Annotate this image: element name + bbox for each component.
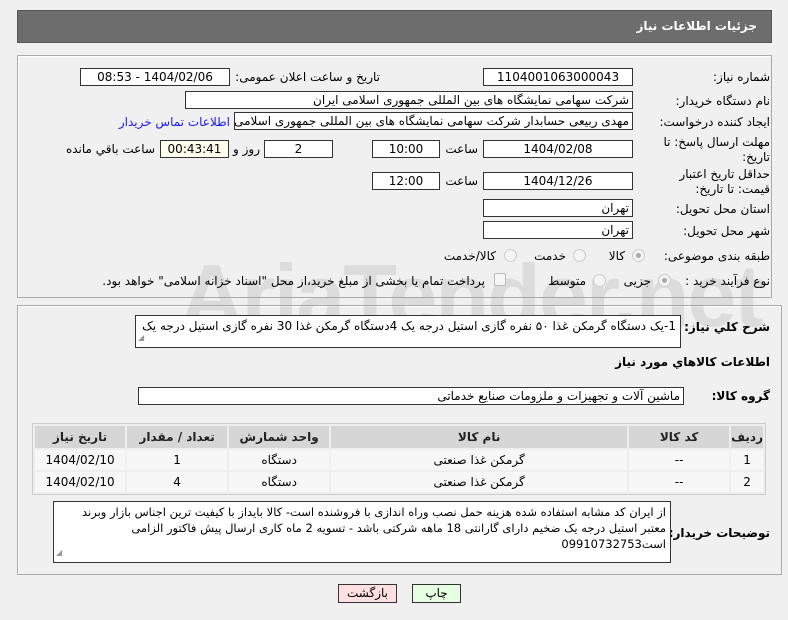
col-qty: تعداد / مقدار [127, 426, 228, 448]
notes-label: توضیحات خریدار: [668, 526, 770, 540]
deadline-time-label: ساعت [445, 142, 478, 156]
goods-section-title: اطلاعات کالاهاي مورد نياز [615, 355, 770, 369]
cell-date: 1404/02/10 [35, 450, 126, 470]
category-option-service-label: خدمت [534, 249, 566, 263]
category-radio-both[interactable] [504, 249, 517, 262]
notes-text: از ایران کد مشابه استفاده شده هزینه حمل … [81, 505, 666, 551]
category-option-goods-label: کالا [608, 249, 625, 263]
countdown-field: 00:43:41 [160, 140, 229, 158]
resize-grip-icon[interactable]: ◢ [56, 545, 62, 561]
city-label: شهر محل تحویل: [683, 224, 770, 238]
need-number-label: شماره نیاز: [713, 70, 770, 84]
announce-label: تاریخ و ساعت اعلان عمومی: [235, 70, 380, 84]
group-label: گروه کالا: [711, 389, 770, 403]
table-row: 2 -- گرمکن غذا صنعتی دستگاه 4 1404/02/10 [35, 472, 763, 492]
process-label: نوع فرآیند خرید : [685, 274, 770, 288]
process-option-medium-label: متوسط [548, 274, 586, 288]
summary-text: 1-یک دستگاه گرمکن غذا ۵۰ نفره گازی استیل… [142, 319, 676, 333]
col-name: نام کالا [331, 426, 628, 448]
days-remaining-field: 2 [264, 140, 333, 158]
province-field[interactable]: تهران [483, 199, 633, 217]
cell-unit: دستگاه [229, 450, 330, 470]
col-unit: واحد شمارش [229, 426, 330, 448]
need-number-field[interactable]: 1104001063000043 [483, 68, 633, 86]
back-button[interactable]: بازگشت [338, 584, 397, 603]
cell-qty: 1 [127, 450, 228, 470]
days-label: روز و [233, 142, 260, 156]
table-header-row: ردیف کد کالا نام کالا واحد شمارش تعداد /… [35, 426, 763, 448]
summary-textarea[interactable]: 1-یک دستگاه گرمکن غذا ۵۰ نفره گازی استیل… [135, 315, 681, 348]
province-label: استان محل تحویل: [675, 202, 770, 216]
city-field[interactable]: تهران [483, 221, 633, 239]
category-option-both-label: کالا/خدمت [443, 249, 496, 263]
treasury-payment-checkbox[interactable] [494, 273, 506, 286]
notes-textarea[interactable]: از ایران کد مشابه استفاده شده هزینه حمل … [53, 501, 671, 563]
validity-time-label: ساعت [445, 174, 478, 188]
page-title: جزئیات اطلاعات نیاز [636, 19, 757, 33]
deadline-label: مهلت ارسال پاسخ: تا تاریخ: [663, 135, 770, 164]
resize-grip-icon[interactable]: ◢ [138, 330, 144, 346]
category-radio-goods[interactable] [632, 249, 645, 262]
process-radio-medium[interactable] [593, 274, 606, 287]
process-radio-minor[interactable] [658, 274, 671, 287]
validity-label: حداقل تاریخ اعتبار قیمت: تا تاریخ: [679, 167, 770, 196]
group-field[interactable]: ماشین آلات و تجهیزات و ملزومات صنایع خدم… [138, 387, 684, 405]
buyer-label: نام دستگاه خریدار: [675, 94, 771, 108]
deadline-time-field[interactable]: 10:00 [372, 140, 440, 158]
category-radio-service[interactable] [573, 249, 586, 262]
deadline-date-field[interactable]: 1404/02/08 [483, 140, 633, 158]
summary-label: شرح کلي نياز: [684, 320, 770, 334]
print-button[interactable]: چاپ [412, 584, 461, 603]
col-code: کد کالا [629, 426, 730, 448]
treasury-payment-text: پرداخت تمام یا بخشی از مبلغ خرید،از محل … [102, 274, 485, 288]
col-date: تاریخ نیاز [35, 426, 126, 448]
process-option-minor-label: جزیی [623, 274, 651, 288]
cell-code: -- [629, 472, 730, 492]
validity-time-field[interactable]: 12:00 [372, 172, 440, 190]
creator-label: ایجاد کننده درخواست: [659, 115, 770, 129]
cell-row: 1 [731, 450, 763, 470]
cell-qty: 4 [127, 472, 228, 492]
buyer-contact-link[interactable]: اطلاعات تماس خریدار [119, 115, 230, 129]
category-label: طبقه بندی موضوعی: [663, 249, 770, 263]
cell-code: -- [629, 450, 730, 470]
cell-name: گرمکن غذا صنعتی [331, 450, 628, 470]
page-header: جزئیات اطلاعات نیاز [17, 10, 772, 43]
buyer-field[interactable]: شرکت سهامی نمایشگاه های بین المللی جمهور… [185, 91, 633, 109]
announce-field[interactable]: 1404/02/06 - 08:53 [80, 68, 230, 86]
cell-date: 1404/02/10 [35, 472, 126, 492]
table-row: 1 -- گرمکن غذا صنعتی دستگاه 1 1404/02/10 [35, 450, 763, 470]
goods-table: ردیف کد کالا نام کالا واحد شمارش تعداد /… [32, 423, 766, 495]
creator-field[interactable]: مهدی ربیعی حسابدار شرکت سهامی نمایشگاه ه… [234, 112, 633, 130]
cell-row: 2 [731, 472, 763, 492]
cell-unit: دستگاه [229, 472, 330, 492]
col-row: ردیف [731, 426, 763, 448]
remaining-label: ساعت باقي مانده [65, 142, 155, 156]
validity-date-field[interactable]: 1404/12/26 [483, 172, 633, 190]
cell-name: گرمکن غذا صنعتی [331, 472, 628, 492]
